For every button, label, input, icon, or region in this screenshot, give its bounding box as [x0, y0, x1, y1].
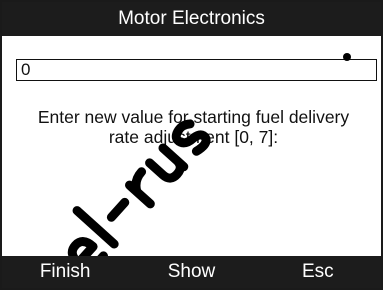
finish-button[interactable]: Finish	[2, 256, 128, 288]
softkey-bar: Finish Show Esc	[2, 256, 381, 288]
show-button[interactable]: Show	[128, 256, 254, 288]
prompt-text: Enter new value for starting fuel delive…	[37, 107, 350, 147]
title-bar: Motor Electronics	[2, 2, 381, 36]
device-screen: Motor Electronics 0 Enter new value for …	[0, 0, 383, 290]
page-title: Motor Electronics	[118, 8, 265, 29]
esc-button[interactable]: Esc	[255, 256, 381, 288]
value-input-field[interactable]: 0	[16, 59, 377, 81]
